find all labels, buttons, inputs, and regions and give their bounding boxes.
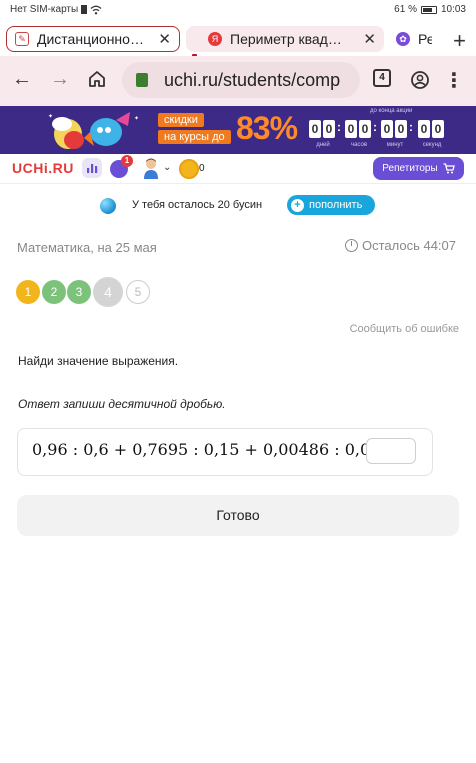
math-expression: 0,96 : 0,6 + 0,7695 : 0,15 + 0,00486 : 0… [32,440,409,459]
tab-title: Дистанционно… [37,31,144,47]
timer-digit: 0 [395,120,407,138]
tab-favicon-icon: ✿ [396,32,410,46]
home-icon[interactable] [88,70,106,88]
stopwatch-icon [344,239,358,252]
back-arrow-icon[interactable]: ← [10,68,34,91]
timer-digit: 0 [323,120,335,138]
svg-text:✦: ✦ [134,115,139,122]
timer-colon: : [409,120,413,134]
battery-icon [420,5,437,14]
close-icon[interactable]: ✕ [363,30,376,48]
sale-label: на курсы до [158,130,231,144]
notification-badge: 1 [121,155,133,167]
step-1[interactable]: 1 [16,280,40,304]
sale-percent: 83% [236,110,298,146]
carrier-text: Нет SIM-карты [10,4,79,15]
lesson-subject: Математика, на 25 мая [17,240,157,255]
cart-icon [443,163,455,174]
refill-button[interactable]: + пополнить [287,195,375,215]
timer-digit: 0 [381,120,393,138]
beads-remaining-text: У тебя осталось 20 бусин [132,199,263,211]
close-icon[interactable]: ✕ [158,30,171,48]
time-left: Осталось 44:07 [344,238,456,253]
forward-arrow-icon[interactable]: → [48,68,72,91]
lock-icon [136,73,148,87]
time-left-text: Осталось 44:07 [361,238,456,253]
menu-dots-icon[interactable]: ⋮ [442,68,466,93]
timer-colon: : [373,120,377,134]
timer-unit: минут [386,142,404,148]
site-header: UCHi.RU 1 ⌄ 0 Репетиторы [0,154,476,184]
done-button[interactable]: Готово [17,495,459,536]
report-error-link[interactable]: Сообщить об ошибке [350,323,459,335]
logo[interactable]: UCHi.RU [12,160,74,176]
bead-icon [100,198,116,214]
mascot-illustration: ✦ ✦ [48,112,139,149]
browser-tab-strip: ✎ Дистанционно… ✕ Я Периметр квад… ✕ ✿ Р… [0,22,476,72]
answer-hint: Ответ запиши десятичной дробью. [18,397,226,411]
beads-row: У тебя осталось 20 бусин + пополнить [0,190,476,220]
url-text: uchi.ru/students/comp [164,69,341,90]
tutors-button-label: Репетиторы [382,163,438,174]
bar-chart-icon [87,164,98,173]
timer-digit: 0 [309,120,321,138]
yandex-icon: Я [208,32,222,46]
timer-unit: часов [350,142,368,148]
refill-button-label: пополнить [309,199,363,211]
tab-distance-learning[interactable]: ✎ Дистанционно… ✕ [6,26,180,52]
timer-unit: секунд [422,142,442,148]
plus-icon: + [291,198,304,212]
sim-icon [81,5,88,14]
coin-icon [179,159,199,179]
expression-box: 0,96 : 0,6 + 0,7695 : 0,15 + 0,00486 : 0… [17,428,433,476]
step-3[interactable]: 3 [67,280,91,304]
tutors-button[interactable]: Репетиторы [373,157,464,180]
clock: 10:03 [440,4,466,15]
new-tab-button[interactable]: + [453,28,466,54]
tab-count-button[interactable]: 4 [373,69,391,87]
timer-digit: 0 [345,120,357,138]
tab-title: Периметр квад… [230,31,342,47]
sale-label: скидки [158,113,204,127]
timer-digit: 0 [418,120,430,138]
tab-solve[interactable]: ✿ Реш [388,26,440,52]
timer-unit: дней [316,142,330,148]
status-bar: Нет SIM-карты 61 % 10:03 [0,0,476,22]
battery-percent: 61 % [394,4,417,15]
timer-digit: 0 [432,120,444,138]
tab-perimeter[interactable]: Я Периметр квад… ✕ [186,26,384,52]
svg-text:✦: ✦ [48,113,53,120]
step-5[interactable]: 5 [126,280,150,304]
avatar[interactable] [142,157,160,179]
stats-button[interactable] [82,158,102,178]
tab-favicon-icon: ✎ [15,32,29,46]
coin-count: 0 [199,163,205,174]
url-field[interactable]: uchi.ru/students/comp [122,62,360,98]
step-2[interactable]: 2 [42,280,66,304]
promo-banner[interactable]: ✦ ✦ скидки на курсы до 83% до конца акци… [0,106,476,154]
chevron-down-icon[interactable]: ⌄ [163,162,171,173]
wifi-icon [90,5,102,14]
timer-colon: : [337,120,341,134]
question-text: Найди значение выражения. [18,354,179,368]
timer-title: до конца акции [370,108,413,114]
timer-digit: 0 [359,120,371,138]
answer-input[interactable] [366,438,416,464]
tab-title: Реш [418,31,432,47]
account-icon[interactable] [410,70,430,90]
step-4-current[interactable]: 4 [93,277,123,307]
address-bar: ← → uchi.ru/students/comp 4 ⋮ [0,56,476,106]
